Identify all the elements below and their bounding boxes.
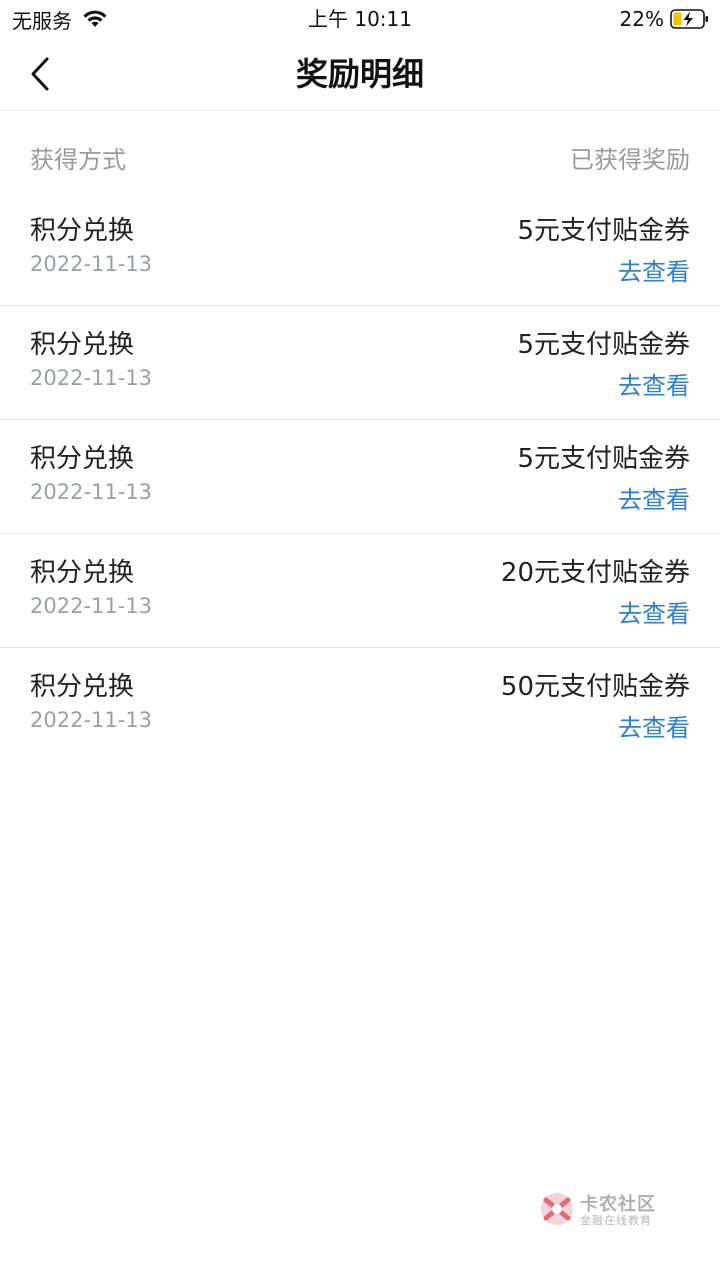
row-date: 2022-11-13 [30, 252, 153, 276]
row-reward: 5元支付贴金券 [517, 330, 690, 360]
row-method: 积分兑换 [30, 558, 135, 588]
watermark: 卡农社区 金融在线教育 [538, 1188, 668, 1232]
watermark-subtitle: 金融在线教育 [580, 1214, 652, 1227]
reward-details-page: 无服务 上午 10:11 22% 奖励明细 获得方式 已获得奖励 积分兑换 20… [0, 0, 720, 1280]
column-header-reward: 已获得奖励 [570, 146, 690, 174]
view-link[interactable]: 去查看 [618, 594, 690, 629]
row-date: 2022-11-13 [30, 480, 153, 504]
reward-row: 积分兑换 2022-11-13 20元支付贴金券 去查看 [0, 534, 720, 648]
back-button[interactable] [20, 52, 60, 96]
status-time: 上午 10:11 [308, 7, 412, 31]
view-link[interactable]: 去查看 [618, 252, 690, 287]
chevron-left-icon [31, 57, 49, 91]
column-headers: 获得方式 已获得奖励 [0, 140, 720, 180]
status-right: 22% [620, 4, 710, 34]
page-title: 奖励明细 [295, 55, 424, 93]
row-reward: 20元支付贴金券 [500, 558, 690, 588]
reward-row: 积分兑换 2022-11-13 50元支付贴金券 去查看 [0, 648, 720, 762]
battery-charging-icon [670, 9, 708, 29]
row-method: 积分兑换 [30, 672, 135, 702]
reward-row: 积分兑换 2022-11-13 5元支付贴金券 去查看 [0, 192, 720, 306]
view-link[interactable]: 去查看 [618, 480, 690, 515]
nav-header: 奖励明细 [0, 38, 720, 111]
column-header-method: 获得方式 [30, 146, 126, 174]
reward-row: 积分兑换 2022-11-13 5元支付贴金券 去查看 [0, 306, 720, 420]
row-reward: 50元支付贴金券 [500, 672, 690, 702]
row-date: 2022-11-13 [30, 594, 153, 618]
battery-percent: 22% [619, 7, 664, 31]
view-link[interactable]: 去查看 [618, 366, 690, 401]
status-bar: 无服务 上午 10:11 22% [0, 0, 720, 38]
row-method: 积分兑换 [30, 330, 135, 360]
row-reward: 5元支付贴金券 [517, 444, 690, 474]
kanong-logo-icon [541, 1193, 573, 1225]
row-reward: 5元支付贴金券 [517, 216, 690, 246]
row-date: 2022-11-13 [30, 366, 153, 390]
reward-list: 积分兑换 2022-11-13 5元支付贴金券 去查看 积分兑换 2022-11… [0, 192, 720, 762]
view-link[interactable]: 去查看 [618, 708, 690, 743]
row-method: 积分兑换 [30, 216, 135, 246]
row-date: 2022-11-13 [30, 708, 153, 732]
row-method: 积分兑换 [30, 444, 135, 474]
reward-row: 积分兑换 2022-11-13 5元支付贴金券 去查看 [0, 420, 720, 534]
